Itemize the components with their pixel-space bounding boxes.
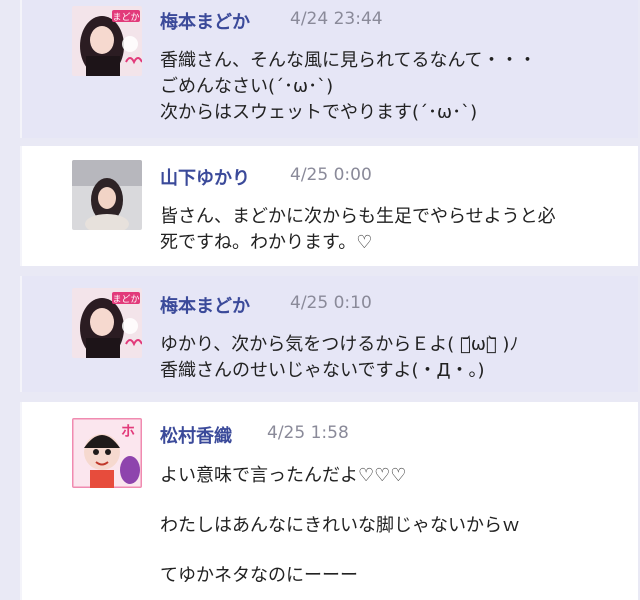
comment-line-blank xyxy=(160,540,628,562)
timestamp: 4/25 0:10 xyxy=(290,293,372,313)
comment-feed: まどか 梅本まどか 4/24 23:44 香織さん、そんな風に見られてるなんて・… xyxy=(0,0,640,600)
comment-item: まどか 梅本まどか 4/25 0:10 ゆかり、次から気をつけるからＥよ( ･᷄… xyxy=(20,276,638,392)
comment-line: 死ですね。わかります。♡ xyxy=(160,232,373,253)
avatar[interactable]: ホ xyxy=(72,418,142,488)
avatar[interactable] xyxy=(72,160,142,230)
author-name[interactable]: 山下ゆかり xyxy=(160,164,250,190)
avatar-sticker-text: まどか xyxy=(112,294,139,305)
avatar-sticker-text: まどか xyxy=(112,12,139,23)
comment-line: てゆかネタなのにーーー xyxy=(160,565,358,586)
comment-item: ホ 松村香織 4/25 1:58 よい意味で言ったんだよ♡♡♡ わたしはあんなに… xyxy=(20,402,638,600)
author-name[interactable]: 梅本まどか xyxy=(160,8,250,34)
comment-line: 次からはスウェットでやります(´･ω･`) xyxy=(160,102,478,123)
comment-text: 香織さん、そんな風に見られてるなんて・・・ ごめんなさい(´･ω･`) 次からは… xyxy=(160,48,628,126)
timestamp: 4/24 23:44 xyxy=(290,9,383,29)
comment-line: 皆さん、まどかに次からも生足でやらせようと必 xyxy=(160,206,556,227)
comment-line: 香織さんのせいじゃないですよ(・Д・。) xyxy=(160,360,485,381)
comment-line: わたしはあんなにきれいな脚じゃないからｗ xyxy=(160,515,520,536)
timestamp: 4/25 0:00 xyxy=(290,165,372,185)
avatar[interactable]: まどか xyxy=(72,6,142,76)
author-name[interactable]: 梅本まどか xyxy=(160,292,250,318)
comment-text: ゆかり、次から気をつけるからＥよ( ･᷄ω･᷅ )ﾉ 香織さんのせいじゃないです… xyxy=(160,332,628,384)
avatar-sticker-text: ホ xyxy=(121,424,135,440)
comment-item: 山下ゆかり 4/25 0:00 皆さん、まどかに次からも生足でやらせようと必 死… xyxy=(20,146,638,266)
comment-line: ごめんなさい(´･ω･`) xyxy=(160,76,334,97)
comment-text: よい意味で言ったんだよ♡♡♡ わたしはあんなにきれいな脚じゃないからｗ てゆかネ… xyxy=(160,462,628,590)
comment-line: ゆかり、次から気をつけるからＥよ( ･᷄ω･᷅ )ﾉ xyxy=(160,334,519,355)
comment-line-blank xyxy=(160,490,628,512)
timestamp: 4/25 1:58 xyxy=(267,423,349,443)
comment-line: 香織さん、そんな風に見られてるなんて・・・ xyxy=(160,50,537,71)
comment-item: まどか 梅本まどか 4/24 23:44 香織さん、そんな風に見られてるなんて・… xyxy=(20,0,638,138)
comment-text: 皆さん、まどかに次からも生足でやらせようと必 死ですね。わかります。♡ xyxy=(160,204,628,256)
author-name[interactable]: 松村香織 xyxy=(160,422,232,448)
avatar[interactable]: まどか xyxy=(72,288,142,358)
comment-line: よい意味で言ったんだよ♡♡♡ xyxy=(160,465,407,486)
